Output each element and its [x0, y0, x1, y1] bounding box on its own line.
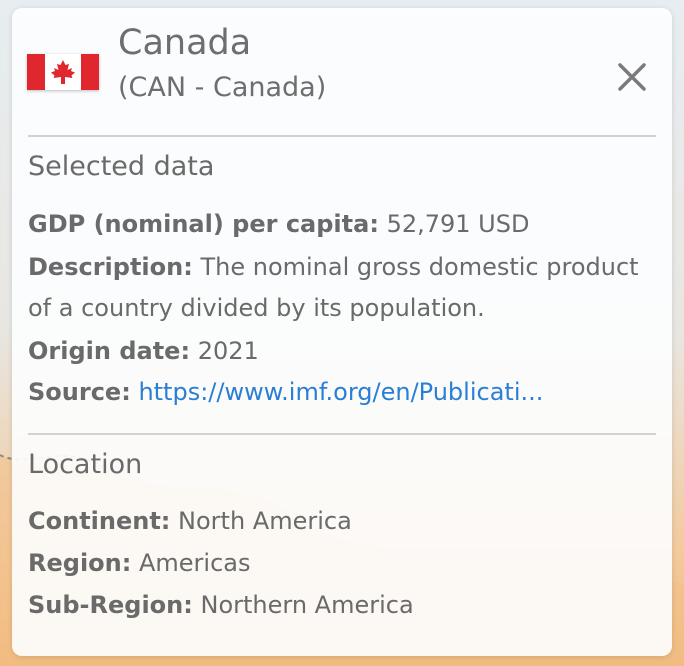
canada-flag-icon [27, 54, 99, 90]
gdp-row: GDP (nominal) per capita: 52,791 USD [28, 204, 658, 245]
origin-date-row: Origin date: 2021 [28, 331, 658, 372]
source-link[interactable]: https://www.imf.org/en/Publicati... [138, 378, 543, 406]
subregion-value: Northern America [200, 591, 414, 619]
card-header: Canada (CAN - Canada) [12, 8, 672, 136]
description-label: Description: [28, 253, 193, 281]
divider [28, 135, 656, 137]
continent-row: Continent: North America [28, 501, 658, 542]
section-title-location: Location [28, 449, 143, 480]
source-row: Source: https://www.imf.org/en/Publicati… [28, 372, 658, 413]
origin-date-label: Origin date: [28, 337, 191, 365]
continent-value: North America [178, 507, 352, 535]
continent-label: Continent: [28, 507, 171, 535]
close-button[interactable] [608, 53, 656, 101]
country-name: Canada [118, 23, 252, 63]
subregion-label: Sub-Region: [28, 591, 193, 619]
subregion-row: Sub-Region: Northern America [28, 585, 658, 626]
gdp-value: 52,791 USD [386, 210, 530, 238]
divider [28, 433, 656, 435]
source-label: Source: [28, 378, 131, 406]
region-label: Region: [28, 549, 132, 577]
country-info-card: Canada (CAN - Canada) Selected data GDP … [12, 8, 672, 656]
close-icon [618, 63, 646, 91]
region-value: Americas [138, 549, 251, 577]
country-code: (CAN - Canada) [118, 72, 327, 103]
origin-date-value: 2021 [197, 337, 259, 365]
gdp-label: GDP (nominal) per capita: [28, 210, 379, 238]
description-row: Description: The nominal gross domestic … [28, 247, 658, 329]
section-title-selected-data: Selected data [28, 151, 215, 182]
region-row: Region: Americas [28, 543, 658, 584]
